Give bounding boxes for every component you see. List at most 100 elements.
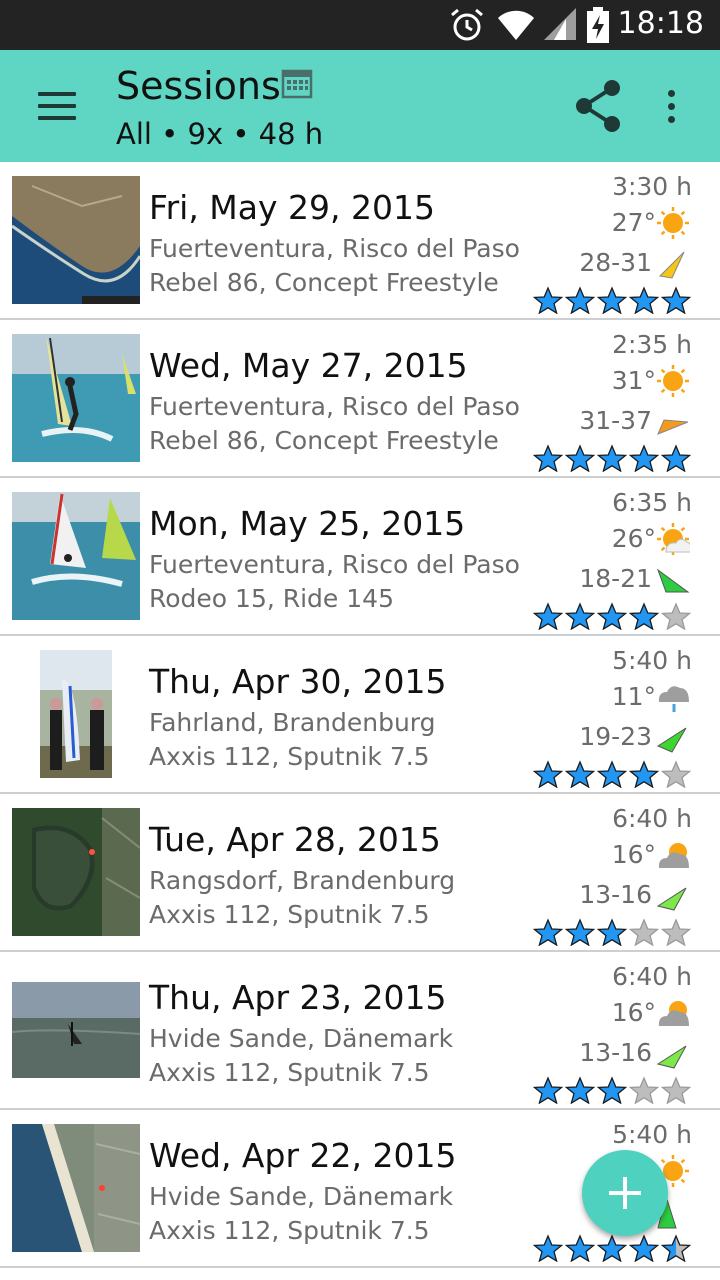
wind-direction-icon bbox=[654, 878, 690, 914]
weather-partly-cloudy-icon bbox=[656, 522, 692, 556]
filter-summary[interactable]: All • 9x • 48 h bbox=[116, 116, 323, 152]
star-icon bbox=[628, 1234, 660, 1262]
session-duration: 5:40 h bbox=[612, 646, 692, 675]
session-duration: 5:40 h bbox=[612, 1120, 692, 1149]
session-thumbnail bbox=[12, 492, 140, 620]
alarm-icon bbox=[451, 8, 483, 41]
session-temperature: 31° bbox=[611, 366, 656, 395]
session-thumbnail bbox=[40, 650, 112, 778]
star-icon bbox=[660, 602, 692, 630]
session-row[interactable]: Tue, Apr 28, 2015 Rangsdorf, Brandenburg A… bbox=[0, 794, 720, 952]
session-wind: 19-23 bbox=[579, 722, 652, 751]
star-icon bbox=[660, 760, 692, 788]
sessions-list[interactable]: Fri, May 29, 2015 Fuerteventura, Risco de… bbox=[0, 162, 720, 1268]
session-location: Hvide Sande, Dänemark bbox=[149, 1024, 454, 1053]
session-location: Rangsdorf, Brandenburg bbox=[149, 866, 456, 895]
star-icon bbox=[628, 444, 660, 472]
session-thumbnail bbox=[12, 176, 140, 304]
star-icon bbox=[532, 1076, 564, 1104]
session-location: Fuerteventura, Risco del Paso bbox=[149, 234, 520, 263]
battery-charging-icon bbox=[587, 7, 609, 43]
star-icon bbox=[532, 286, 564, 314]
session-date: Wed, May 27, 2015 bbox=[149, 346, 468, 385]
star-icon bbox=[628, 918, 660, 946]
session-wind: 13-16 bbox=[579, 1038, 652, 1067]
session-duration: 2:35 h bbox=[612, 330, 692, 359]
session-location: Fuerteventura, Risco del Paso bbox=[149, 550, 520, 579]
star-icon bbox=[660, 444, 692, 472]
star-icon bbox=[660, 1234, 692, 1262]
star-icon bbox=[532, 444, 564, 472]
session-wind: 28-31 bbox=[579, 248, 652, 277]
session-date: Tue, Apr 28, 2015 bbox=[149, 820, 441, 859]
star-icon bbox=[596, 286, 628, 314]
clock: 18:18 bbox=[617, 6, 704, 41]
session-duration: 6:40 h bbox=[612, 804, 692, 833]
overflow-menu-icon[interactable] bbox=[650, 80, 694, 132]
session-location: Fahrland, Brandenburg bbox=[149, 708, 436, 737]
wind-direction-icon bbox=[654, 720, 690, 756]
star-icon bbox=[596, 602, 628, 630]
weather-cloudy-sun-icon bbox=[656, 838, 690, 872]
star-icon bbox=[660, 918, 692, 946]
star-icon bbox=[564, 760, 596, 788]
star-icon bbox=[628, 760, 660, 788]
session-thumbnail bbox=[12, 334, 140, 462]
session-thumbnail bbox=[12, 1124, 140, 1252]
rating-stars bbox=[532, 1234, 692, 1262]
session-thumbnail bbox=[12, 808, 140, 936]
session-row[interactable]: Thu, Apr 30, 2015 Fahrland, Brandenburg Ax… bbox=[0, 636, 720, 794]
session-date: Wed, Apr 22, 2015 bbox=[149, 1136, 457, 1175]
rating-stars bbox=[532, 444, 692, 472]
session-temperature: 16° bbox=[611, 840, 656, 869]
session-row[interactable]: Wed, May 27, 2015 Fuerteventura, Risco de… bbox=[0, 320, 720, 478]
session-temperature: 11° bbox=[611, 682, 656, 711]
rating-stars bbox=[532, 1076, 692, 1104]
star-icon bbox=[596, 1234, 628, 1262]
session-location: Hvide Sande, Dänemark bbox=[149, 1182, 454, 1211]
session-date: Fri, May 29, 2015 bbox=[149, 188, 435, 227]
session-gear: Axxis 112, Sputnik 7.5 bbox=[149, 742, 430, 771]
menu-button[interactable] bbox=[24, 80, 88, 132]
star-icon bbox=[596, 1076, 628, 1104]
star-icon bbox=[532, 918, 564, 946]
add-session-button[interactable] bbox=[582, 1150, 668, 1236]
session-gear: Axxis 112, Sputnik 7.5 bbox=[149, 900, 430, 929]
session-duration: 6:40 h bbox=[612, 962, 692, 991]
session-thumbnail bbox=[12, 982, 140, 1078]
star-icon bbox=[596, 760, 628, 788]
session-duration: 3:30 h bbox=[612, 172, 692, 201]
star-icon bbox=[660, 1076, 692, 1104]
share-icon[interactable] bbox=[572, 76, 628, 136]
wind-direction-icon bbox=[654, 404, 690, 440]
session-row[interactable]: Fri, May 29, 2015 Fuerteventura, Risco de… bbox=[0, 162, 720, 320]
page-title: Sessions bbox=[116, 64, 281, 108]
signal-icon bbox=[544, 8, 576, 40]
session-temperature: 27° bbox=[611, 208, 656, 237]
star-icon bbox=[660, 286, 692, 314]
rating-stars bbox=[532, 918, 692, 946]
session-gear: Rebel 86, Concept Freestyle bbox=[149, 426, 499, 455]
session-location: Fuerteventura, Risco del Paso bbox=[149, 392, 520, 421]
star-icon bbox=[596, 918, 628, 946]
wind-direction-icon bbox=[654, 562, 690, 598]
session-gear: Rebel 86, Concept Freestyle bbox=[149, 268, 499, 297]
wifi-icon bbox=[498, 10, 534, 41]
session-gear: Axxis 112, Sputnik 7.5 bbox=[149, 1058, 430, 1087]
weather-sunny-icon bbox=[656, 206, 690, 240]
star-icon bbox=[628, 1076, 660, 1104]
status-bar: 18:18 bbox=[0, 0, 720, 50]
session-gear: Axxis 112, Sputnik 7.5 bbox=[149, 1216, 430, 1245]
star-icon bbox=[532, 1234, 564, 1262]
star-icon bbox=[564, 1076, 596, 1104]
star-icon bbox=[564, 444, 596, 472]
session-date: Mon, May 25, 2015 bbox=[149, 504, 466, 543]
weather-cloudy-sun-icon bbox=[656, 996, 690, 1030]
calendar-icon[interactable] bbox=[280, 66, 314, 100]
star-icon bbox=[564, 1234, 596, 1262]
session-row[interactable]: Thu, Apr 23, 2015 Hvide Sande, Dänemark Ax… bbox=[0, 952, 720, 1110]
rating-stars bbox=[532, 286, 692, 314]
star-icon bbox=[628, 602, 660, 630]
star-icon bbox=[564, 286, 596, 314]
session-row[interactable]: Mon, May 25, 2015 Fuerteventura, Risco de… bbox=[0, 478, 720, 636]
